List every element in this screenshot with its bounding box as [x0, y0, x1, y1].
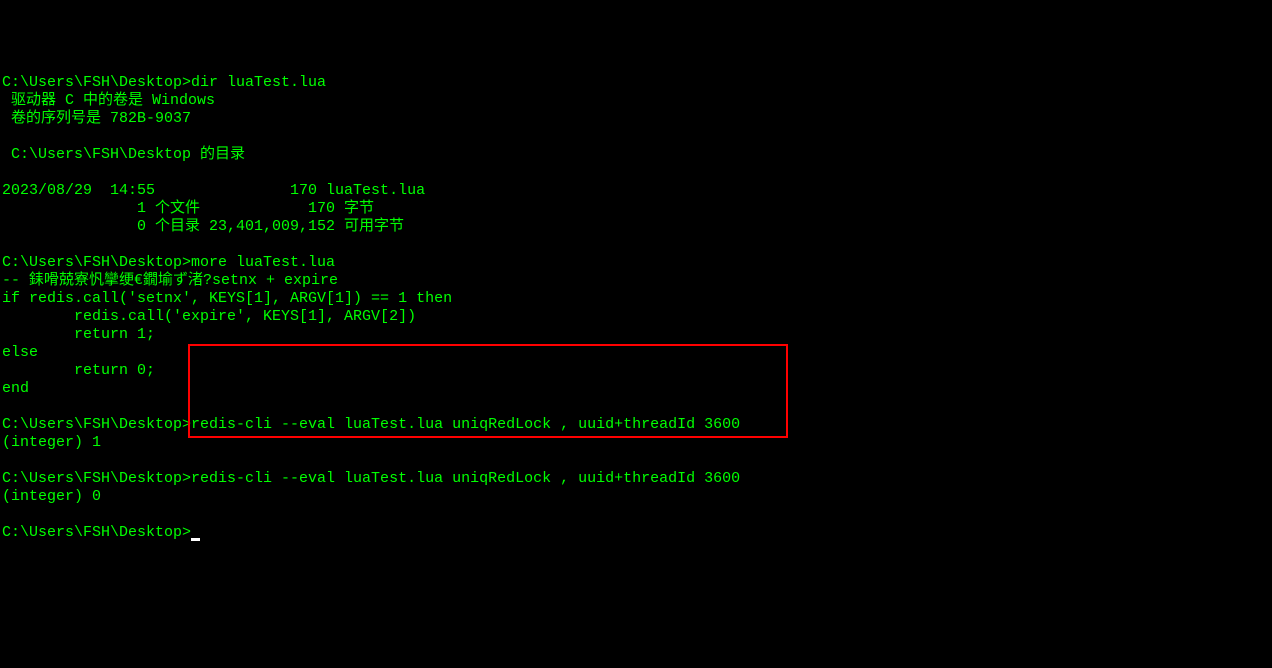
- output-text: return 1;: [2, 326, 155, 343]
- command-text: redis-cli --eval luaTest.lua uniqRedLock…: [191, 470, 740, 487]
- terminal-line: (integer) 1: [2, 434, 1270, 452]
- terminal-line: end: [2, 380, 1270, 398]
- terminal-line: C:\Users\FSH\Desktop 的目录: [2, 146, 1270, 164]
- terminal-line: C:\Users\FSH\Desktop>redis-cli --eval lu…: [2, 416, 1270, 434]
- terminal-line: redis.call('expire', KEYS[1], ARGV[2]): [2, 308, 1270, 326]
- prompt: C:\Users\FSH\Desktop>: [2, 524, 191, 541]
- terminal-line: 卷的序列号是 782B-9037: [2, 110, 1270, 128]
- output-text: C:\Users\FSH\Desktop 的目录: [2, 146, 245, 163]
- output-text: 卷的序列号是 782B-9037: [2, 110, 191, 127]
- terminal-line: 驱动器 C 中的卷是 Windows: [2, 92, 1270, 110]
- command-text: more luaTest.lua: [191, 254, 335, 271]
- output-text: end: [2, 380, 29, 397]
- cursor: [191, 538, 200, 541]
- terminal-line: [2, 128, 1270, 146]
- output-text: 0 个目录 23,401,009,152 可用字节: [2, 218, 404, 235]
- terminal-line: C:\Users\FSH\Desktop>more luaTest.lua: [2, 254, 1270, 272]
- terminal-line: 1 个文件 170 字节: [2, 200, 1270, 218]
- terminal-line: C:\Users\FSH\Desktop>: [2, 524, 1270, 542]
- terminal-output[interactable]: C:\Users\FSH\Desktop>dir luaTest.lua 驱动器…: [2, 74, 1270, 542]
- terminal-line: C:\Users\FSH\Desktop>dir luaTest.lua: [2, 74, 1270, 92]
- output-text: return 0;: [2, 362, 155, 379]
- terminal-line: else: [2, 344, 1270, 362]
- terminal-line: 2023/08/29 14:55 170 luaTest.lua: [2, 182, 1270, 200]
- output-text: [2, 164, 11, 181]
- terminal-line: 0 个目录 23,401,009,152 可用字节: [2, 218, 1270, 236]
- output-text: 2023/08/29 14:55 170 luaTest.lua: [2, 182, 425, 199]
- output-text: [2, 128, 11, 145]
- output-text: [2, 506, 11, 523]
- output-text: [2, 236, 11, 253]
- terminal-line: -- 銇嗗兢寮忛攣绠€鐗堬ず渚?setnx + expire: [2, 272, 1270, 290]
- terminal-line: [2, 236, 1270, 254]
- terminal-line: return 1;: [2, 326, 1270, 344]
- output-text: [2, 452, 11, 469]
- terminal-line: return 0;: [2, 362, 1270, 380]
- prompt: C:\Users\FSH\Desktop>: [2, 470, 191, 487]
- output-text: 驱动器 C 中的卷是 Windows: [2, 92, 215, 109]
- terminal-line: [2, 164, 1270, 182]
- output-text: else: [2, 344, 38, 361]
- output-text: (integer) 0: [2, 488, 101, 505]
- command-text: redis-cli --eval luaTest.lua uniqRedLock…: [191, 416, 740, 433]
- terminal-line: C:\Users\FSH\Desktop>redis-cli --eval lu…: [2, 470, 1270, 488]
- output-text: (integer) 1: [2, 434, 101, 451]
- terminal-line: [2, 398, 1270, 416]
- terminal-line: [2, 506, 1270, 524]
- terminal-line: if redis.call('setnx', KEYS[1], ARGV[1])…: [2, 290, 1270, 308]
- output-text: [2, 398, 11, 415]
- output-text: redis.call('expire', KEYS[1], ARGV[2]): [2, 308, 416, 325]
- prompt: C:\Users\FSH\Desktop>: [2, 74, 191, 91]
- prompt: C:\Users\FSH\Desktop>: [2, 416, 191, 433]
- output-text: -- 銇嗗兢寮忛攣绠€鐗堬ず渚?setnx + expire: [2, 272, 338, 289]
- terminal-line: [2, 452, 1270, 470]
- command-text: dir luaTest.lua: [191, 74, 326, 91]
- output-text: if redis.call('setnx', KEYS[1], ARGV[1])…: [2, 290, 452, 307]
- prompt: C:\Users\FSH\Desktop>: [2, 254, 191, 271]
- output-text: 1 个文件 170 字节: [2, 200, 374, 217]
- terminal-line: (integer) 0: [2, 488, 1270, 506]
